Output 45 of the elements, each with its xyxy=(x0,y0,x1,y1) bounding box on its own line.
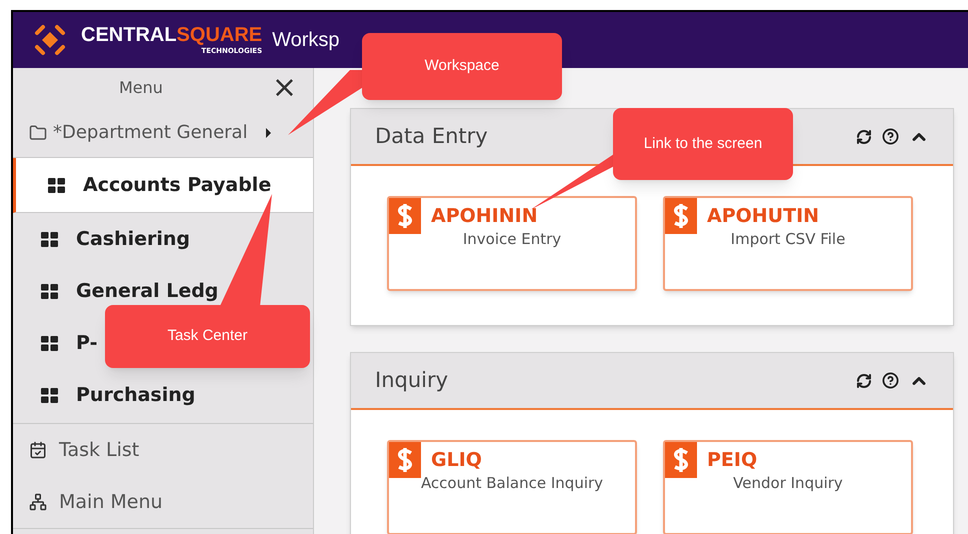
folder-icon xyxy=(29,124,47,142)
screen-label: Import CSV File xyxy=(730,229,846,250)
grid-icon xyxy=(48,178,65,192)
grid-icon xyxy=(41,232,58,246)
nav-link[interactable]: Main Menu xyxy=(13,476,313,528)
screen-code[interactable]: PEIQ xyxy=(707,446,758,474)
help-icon[interactable] xyxy=(882,128,899,145)
sidebar-title: Menu xyxy=(119,77,164,99)
close-button[interactable]: × xyxy=(272,73,297,103)
logo-wordmark-accent: SQUARE xyxy=(176,25,262,45)
help-icon[interactable] xyxy=(882,372,899,389)
sitemap-icon xyxy=(29,493,47,511)
calendar-check-icon xyxy=(29,441,47,459)
task-center-item[interactable]: Accounts Payable xyxy=(13,158,313,213)
screen-code[interactable]: GLIQ xyxy=(431,446,482,474)
callout-tooltip: Workspace xyxy=(362,33,562,100)
panel-title: Inquiry xyxy=(375,366,448,394)
panel-title: Data Entry xyxy=(375,122,488,150)
refresh-icon[interactable] xyxy=(856,372,872,388)
screen-card[interactable]: GLIQ Account Balance Inquiry xyxy=(387,440,637,534)
grid-icon xyxy=(41,284,58,298)
dollar-icon xyxy=(389,442,421,478)
nav-link[interactable]: Task List xyxy=(13,424,313,476)
dollar-icon xyxy=(665,198,697,234)
screen-label: Vendor Inquiry xyxy=(732,473,844,494)
refresh-icon[interactable] xyxy=(856,128,872,144)
dollar-icon xyxy=(665,442,697,478)
dollar-icon xyxy=(389,198,421,234)
screen-card[interactable]: APOHININ Invoice Entry xyxy=(387,196,637,291)
screen-card[interactable]: PEIQ Vendor Inquiry xyxy=(663,440,913,534)
task-center-item[interactable]: Purchasing xyxy=(41,369,200,421)
screen-code[interactable]: APOHININ xyxy=(431,202,538,230)
app-title: Worksp xyxy=(272,28,340,53)
screen-label: Invoice Entry xyxy=(462,229,562,250)
callout-tooltip: Link to the screen xyxy=(613,108,793,180)
logo-wordmark: CENTRAL xyxy=(81,25,177,45)
task-center-item[interactable]: Cashiering xyxy=(41,213,194,265)
screen-card[interactable]: APOHUTIN Import CSV File xyxy=(663,196,913,291)
caret-icon xyxy=(266,128,271,138)
grid-icon xyxy=(41,336,58,350)
task-center-item[interactable]: P- xyxy=(41,317,102,369)
logo-icon xyxy=(33,23,67,57)
screen-label: Account Balance Inquiry xyxy=(420,473,604,494)
grid-icon xyxy=(41,388,58,402)
screen-code[interactable]: APOHUTIN xyxy=(707,202,820,230)
